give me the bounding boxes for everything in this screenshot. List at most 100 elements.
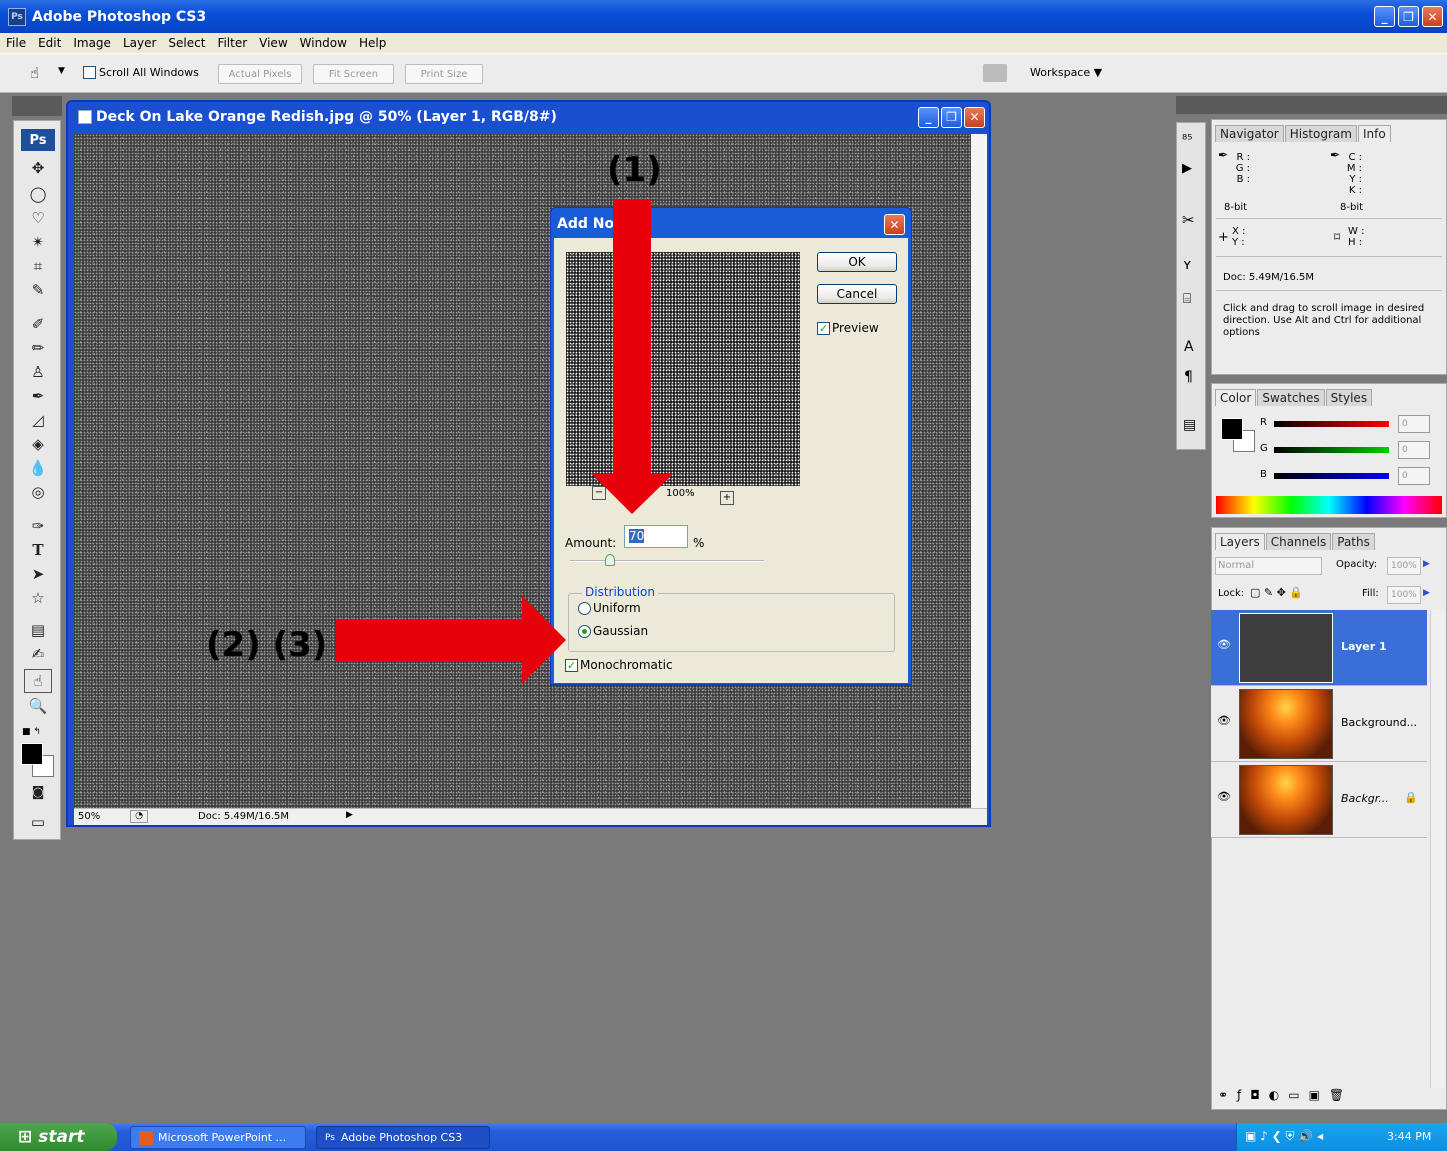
tab-swatches[interactable]: Swatches (1257, 389, 1325, 406)
taskbar-item[interactable]: Microsoft PowerPoint ... (130, 1126, 306, 1149)
divider (1216, 290, 1442, 291)
lock-label: Lock: (1218, 588, 1245, 599)
info-b: B : (1236, 174, 1250, 185)
character-icon[interactable]: A (1184, 339, 1194, 355)
layer-row[interactable]: 👁 Backgr... 🔒 (1211, 762, 1427, 838)
foreground-color-swatch[interactable] (21, 743, 43, 765)
g-value-input[interactable]: 0 (1398, 441, 1430, 459)
task-label: Microsoft PowerPoint ... (158, 1131, 287, 1144)
task-label: Adobe Photoshop CS3 (340, 1131, 463, 1144)
info-x: X : (1232, 226, 1246, 237)
layer-name[interactable]: Layer 1 (1341, 640, 1387, 653)
tool-presets-icon[interactable]: ✂ (1182, 211, 1195, 229)
tab-info[interactable]: Info (1357, 125, 1391, 142)
taskbar-item[interactable]: Ps Adobe Photoshop CS3 (316, 1126, 490, 1149)
info-y: Y : (1349, 174, 1362, 185)
color-spectrum-bar[interactable] (1216, 496, 1442, 514)
info-w: W : (1348, 226, 1365, 237)
opacity-arrow-icon[interactable]: ▶ (1423, 559, 1430, 569)
photoshop-logo-icon: Ps (325, 1132, 335, 1143)
arrow-1 (592, 200, 673, 514)
info-bitdepth-right: 8-bit (1340, 202, 1364, 213)
info-c: C : (1348, 152, 1362, 163)
info-r: R : (1236, 152, 1251, 163)
tab-color[interactable]: Color (1215, 389, 1257, 406)
eyedropper-icon: ✒ (1330, 148, 1341, 162)
layer-name[interactable]: Background... (1341, 716, 1417, 729)
powerpoint-icon (139, 1130, 153, 1145)
start-button[interactable]: ⊞ start (0, 1123, 117, 1151)
eye-icon[interactable]: 👁 (1217, 790, 1231, 803)
arrow-2-shaft (336, 620, 526, 661)
brushes-icon[interactable]: ⌸ (1183, 291, 1191, 307)
divider (1216, 218, 1442, 219)
info-k: K : (1348, 185, 1362, 196)
clock: 3:44 PM (1387, 1130, 1432, 1143)
color-panel: Color Swatches Styles R 0 G 0 B 0 (1211, 383, 1447, 518)
g-slider[interactable] (1274, 447, 1389, 453)
tab-layers[interactable]: Layers (1215, 533, 1265, 550)
g-label: G (1260, 443, 1268, 454)
blend-mode-select[interactable]: Normal (1215, 557, 1322, 575)
arrow-2-head (522, 596, 566, 684)
layer-row[interactable]: 👁 Layer 1 (1211, 610, 1427, 686)
tab-channels[interactable]: Channels (1265, 533, 1332, 550)
divider (1216, 256, 1442, 257)
arrow-1-shaft (613, 200, 651, 475)
tab-navigator[interactable]: Navigator (1215, 125, 1284, 142)
windows-logo-icon: ⊞ (18, 1127, 33, 1147)
layer-comps-icon[interactable]: ▤ (1183, 417, 1196, 433)
layers-scrollbar[interactable] (1430, 610, 1445, 1088)
info-h: H : (1348, 237, 1363, 248)
paragraph-icon[interactable]: ¶ (1184, 369, 1193, 385)
tray-icons[interactable]: ▣ ♪ ❮ ⛨ 🔊 ◂ (1245, 1129, 1323, 1144)
layer-name[interactable]: Backgr... (1341, 792, 1389, 805)
eyedropper-icon: ✒ (1218, 148, 1229, 162)
layer-thumbnail (1239, 613, 1333, 683)
r-slider[interactable] (1274, 421, 1389, 427)
clone-source-icon[interactable]: ʏ (1183, 257, 1192, 273)
info-bitdepth-left: 8-bit (1224, 202, 1248, 213)
info-doc-size: Doc: 5.49M/16.5M (1223, 272, 1315, 283)
dock-header[interactable] (1176, 96, 1447, 114)
tab-paths[interactable]: Paths (1332, 533, 1375, 550)
arrow-2 (336, 596, 566, 684)
annotation-step-2-3: (2) (3) (206, 625, 328, 665)
info-y-coord: Y : (1232, 237, 1245, 248)
arrow-1-head (592, 474, 673, 514)
info-panel: Navigator Histogram Info ✒ R : G : B : 8… (1211, 119, 1447, 375)
taskbar: ⊞ start Microsoft PowerPoint ... Ps Adob… (0, 1123, 1447, 1151)
crosshair-icon: + (1218, 230, 1229, 245)
layer-row[interactable]: 👁 Background... (1211, 686, 1427, 762)
r-value-input[interactable]: 0 (1398, 415, 1430, 433)
tab-histogram[interactable]: Histogram (1284, 125, 1357, 142)
system-tray: ▣ ♪ ❮ ⛨ 🔊 ◂ 3:44 PM (1236, 1123, 1447, 1151)
fill-input[interactable]: 100% (1387, 586, 1421, 604)
layer-thumbnail (1239, 689, 1333, 759)
actions-icon[interactable]: ▶ (1182, 161, 1192, 176)
histogram-icon[interactable]: ⁸⁵ (1182, 133, 1192, 148)
r-label: R (1260, 417, 1267, 428)
fill-label: Fill: (1362, 588, 1379, 599)
annotation-step-1: (1) (607, 150, 662, 190)
eye-icon[interactable]: 👁 (1217, 638, 1231, 651)
layers-footer-icons[interactable]: ⚭ƒ◘◐▭▣🗑 (1218, 1088, 1353, 1102)
selection-size-icon: ⌑ (1334, 230, 1341, 244)
start-label: start (38, 1127, 85, 1147)
panel-icon-strip: ⁸⁵ ▶ ✂ ʏ ⌸ A ¶ ▤ (1176, 122, 1206, 450)
info-m: M : (1346, 163, 1362, 174)
b-value-input[interactable]: 0 (1398, 467, 1430, 485)
b-label: B (1260, 469, 1267, 480)
layer-thumbnail (1239, 765, 1333, 835)
tab-styles[interactable]: Styles (1325, 389, 1373, 406)
opacity-label: Opacity: (1336, 559, 1378, 570)
lock-icons[interactable]: ▢ ✎ ✥ 🔒 (1250, 586, 1303, 599)
color-foreground-swatch[interactable] (1221, 418, 1243, 440)
info-hint: Click and drag to scroll image in desire… (1223, 303, 1425, 338)
info-g: G : (1235, 163, 1250, 174)
b-slider[interactable] (1274, 473, 1389, 479)
fill-arrow-icon[interactable]: ▶ (1423, 588, 1430, 598)
opacity-input[interactable]: 100% (1387, 557, 1421, 575)
eye-icon[interactable]: 👁 (1217, 714, 1231, 727)
lock-icon: 🔒 (1404, 791, 1418, 804)
